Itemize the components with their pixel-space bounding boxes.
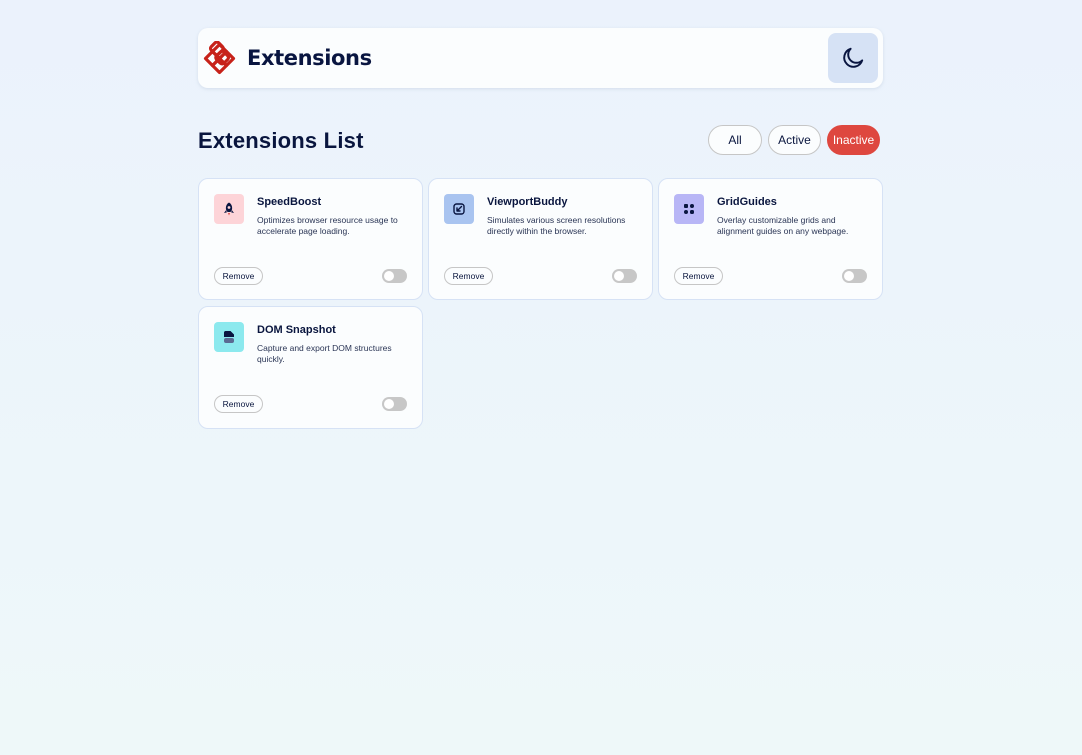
extension-icon-tile bbox=[214, 322, 244, 352]
extension-description: Capture and export DOM structures quickl… bbox=[257, 343, 392, 364]
remove-button[interactable]: Remove bbox=[444, 267, 493, 285]
filter-inactive-button[interactable]: Inactive bbox=[827, 125, 880, 155]
extension-description: Overlay customizable grids and alignment… bbox=[717, 215, 849, 236]
extensions-logo-icon bbox=[203, 40, 236, 74]
extension-toggle[interactable] bbox=[382, 269, 407, 283]
filter-all-button[interactable]: All bbox=[708, 125, 762, 155]
filter-active-button[interactable]: Active bbox=[768, 125, 821, 155]
toggle-knob bbox=[614, 271, 624, 281]
toggle-knob bbox=[384, 399, 394, 409]
filter-group: All Active Inactive bbox=[708, 125, 880, 155]
extension-card-gridguides: GridGuides Overlay customizable grids an… bbox=[658, 178, 883, 300]
brand: Extensions bbox=[202, 40, 372, 76]
toggle-knob bbox=[844, 271, 854, 281]
app-header: Extensions bbox=[198, 28, 883, 88]
remove-button[interactable]: Remove bbox=[214, 395, 263, 413]
extension-toggle[interactable] bbox=[612, 269, 637, 283]
extension-description: Optimizes browser resource usage to acce… bbox=[257, 215, 398, 236]
extension-name: DOM Snapshot bbox=[257, 324, 336, 336]
remove-button[interactable]: Remove bbox=[214, 267, 263, 285]
theme-toggle-button[interactable] bbox=[828, 33, 878, 83]
toggle-knob bbox=[384, 271, 394, 281]
extension-toggle[interactable] bbox=[382, 397, 407, 411]
remove-button[interactable]: Remove bbox=[674, 267, 723, 285]
extension-card-speedboost: SpeedBoost Optimizes browser resource us… bbox=[198, 178, 423, 300]
rocket-icon bbox=[224, 202, 234, 216]
snapshot-icon bbox=[224, 331, 234, 343]
extension-icon-tile bbox=[214, 194, 244, 224]
brand-name: Extensions bbox=[247, 46, 372, 70]
extension-name: GridGuides bbox=[717, 196, 777, 208]
extension-name: SpeedBoost bbox=[257, 196, 322, 208]
extension-icon-tile bbox=[674, 194, 704, 224]
extension-icon-tile bbox=[444, 194, 474, 224]
extension-toggle[interactable] bbox=[842, 269, 867, 283]
grid-icon bbox=[684, 204, 694, 214]
extension-description: Simulates various screen resolutions dir… bbox=[487, 215, 626, 236]
extension-name: ViewportBuddy bbox=[487, 196, 568, 208]
extension-card-dom-snapshot: DOM Snapshot Capture and export DOM stru… bbox=[198, 306, 423, 429]
moon-icon bbox=[843, 47, 864, 68]
page-title: Extensions List bbox=[198, 128, 364, 153]
extension-card-viewportbuddy: ViewportBuddy Simulates various screen r… bbox=[428, 178, 653, 300]
resize-arrow-icon bbox=[453, 203, 465, 215]
